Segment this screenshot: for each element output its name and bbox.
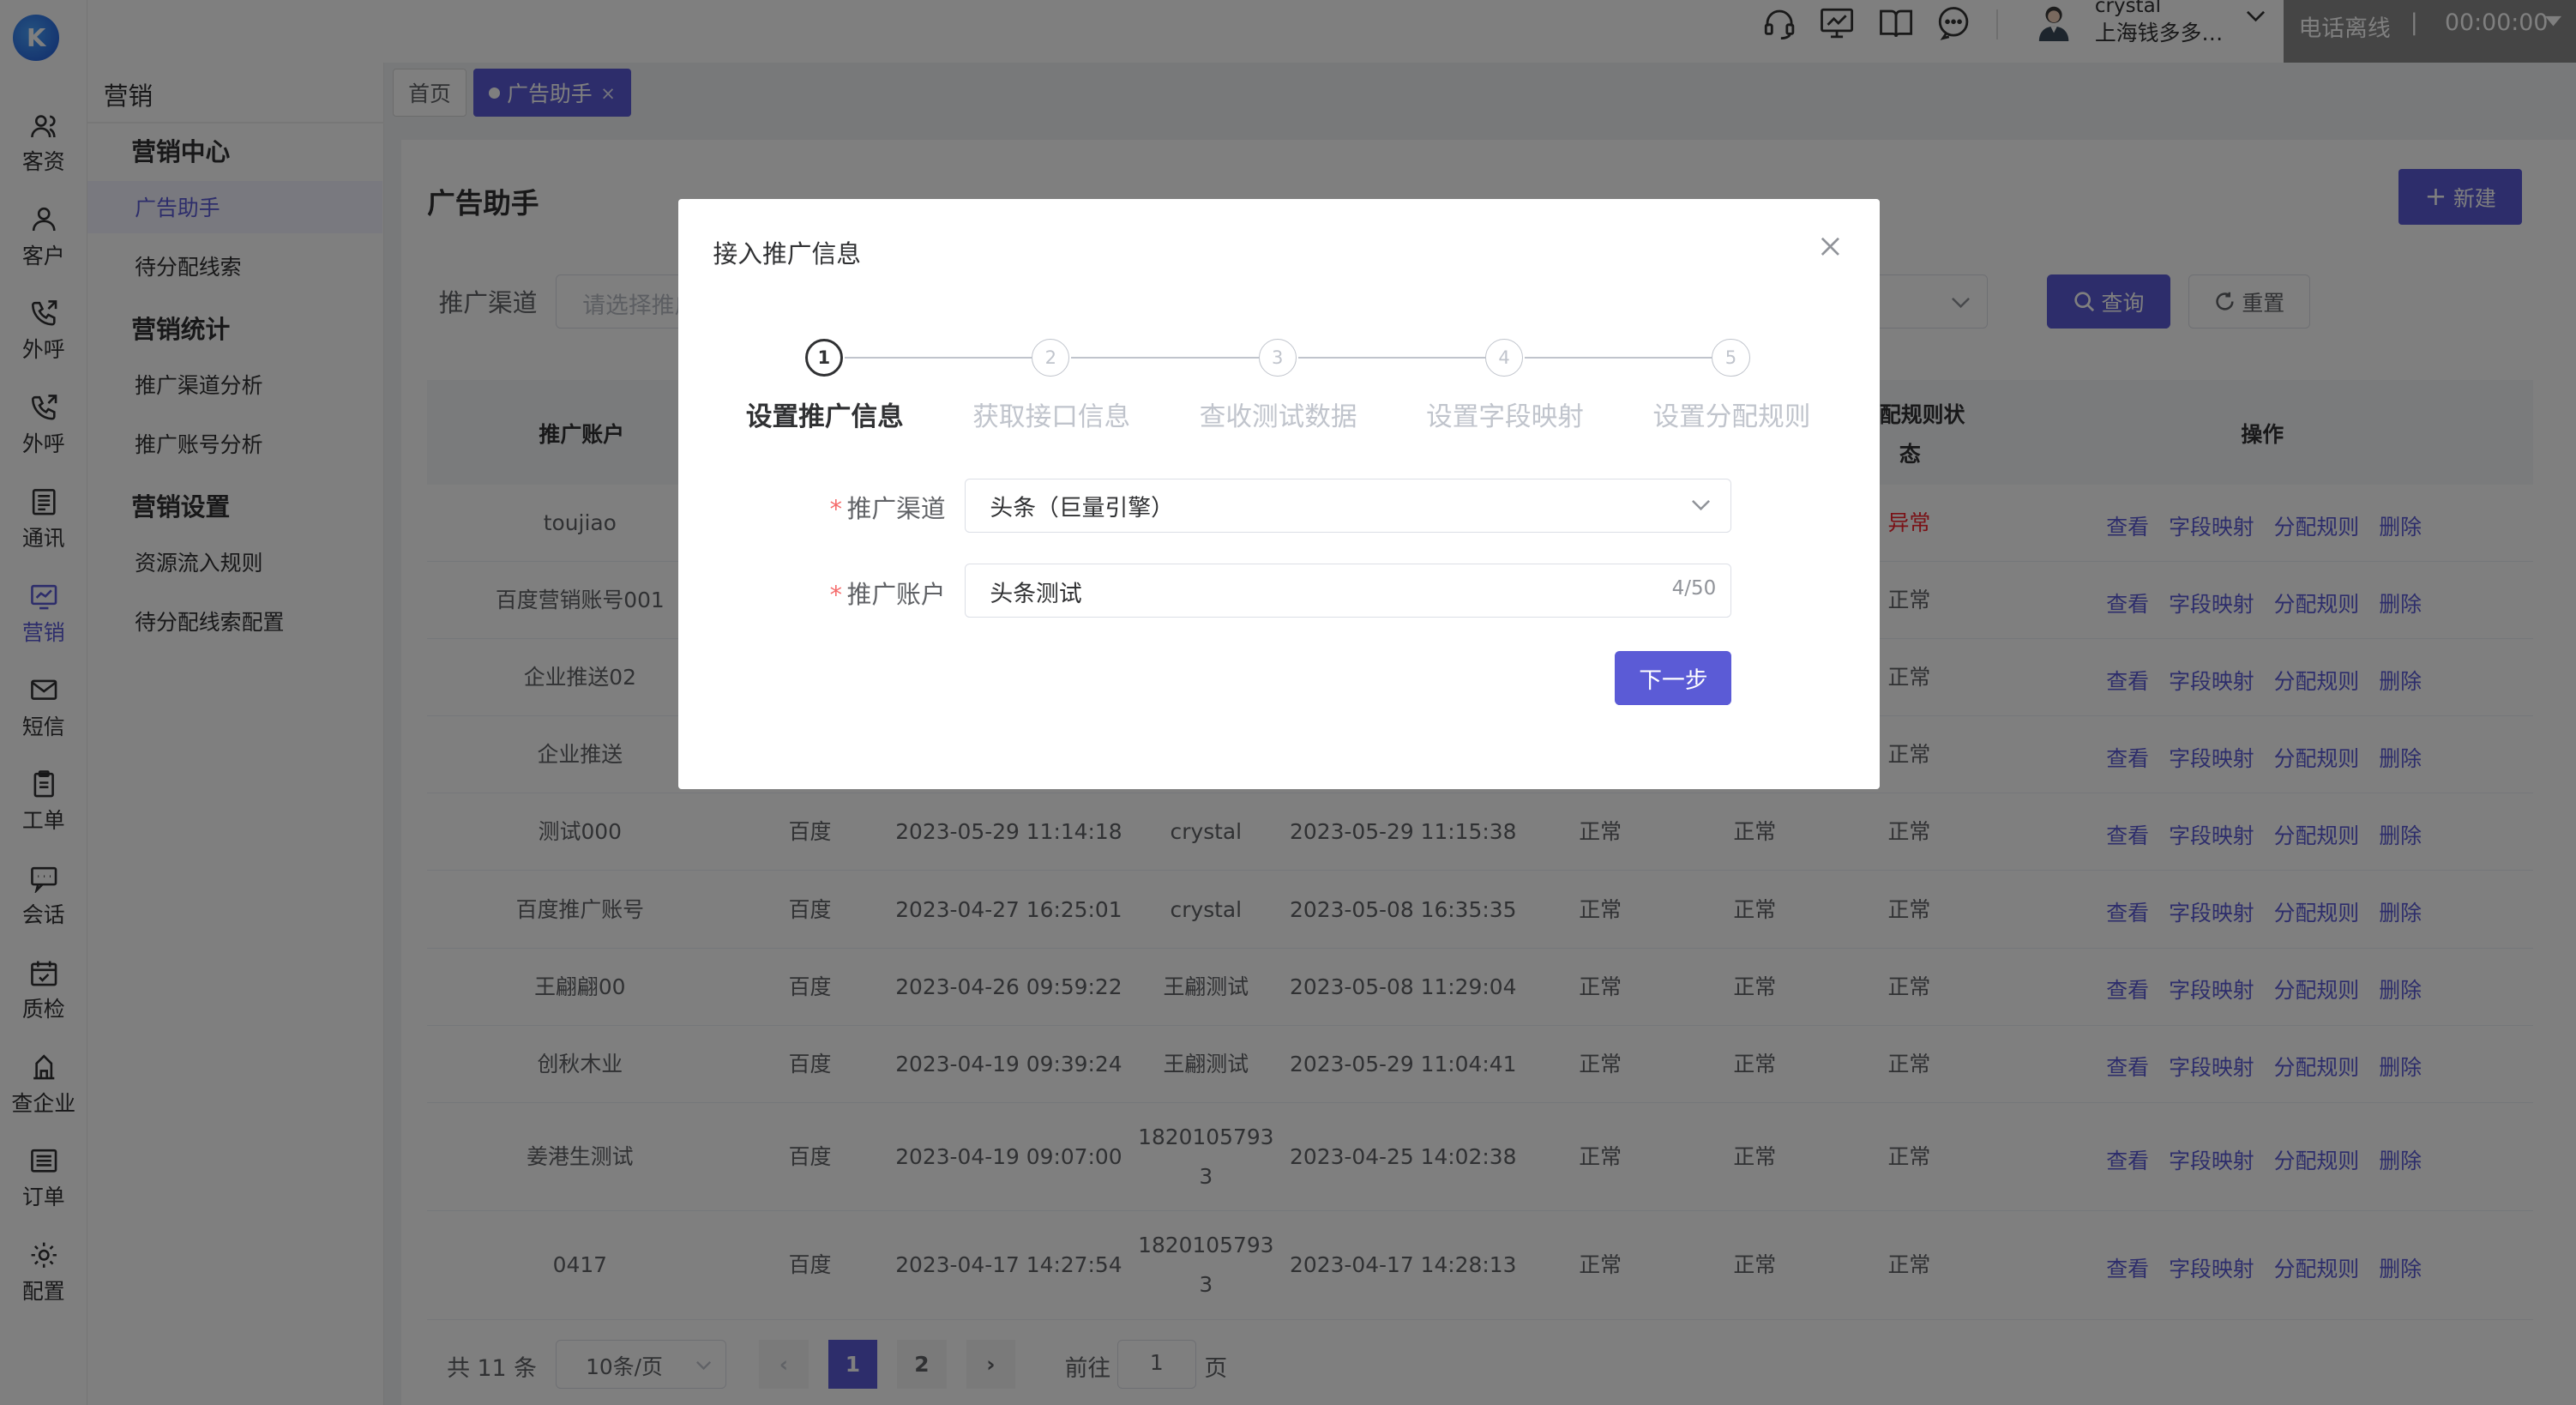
step-2-indicator: 2 (1032, 338, 1070, 377)
step-5-indicator: 5 (1712, 338, 1750, 377)
step-3-indicator: 3 (1258, 338, 1297, 377)
required-mark: * (829, 579, 842, 609)
step-4-indicator: 4 (1485, 338, 1524, 377)
next-step-button[interactable]: 下一步 (1615, 650, 1732, 705)
chevron-down-icon (1692, 499, 1711, 510)
required-mark: * (829, 493, 842, 523)
step-connector (1297, 356, 1486, 359)
close-icon[interactable] (1819, 235, 1842, 258)
account-label: * 推广账户 (830, 576, 946, 611)
channel-label-text: 推广渠道 (846, 493, 946, 523)
account-value: 头条测试 (990, 580, 1082, 607)
channel-select[interactable]: 头条（巨量引擎） (964, 478, 1732, 533)
step-1-label: 设置推广信息 (745, 401, 904, 432)
channel-label: * 推广渠道 (830, 490, 946, 525)
modal-title: 接入推广信息 (713, 238, 861, 268)
step-connector (1071, 356, 1259, 359)
connect-promotion-modal: 接入推广信息 1 设置推广信息 2 获取接口信息 3 查收测试数据 4 设置字段映射 5 设置分配… (678, 198, 1880, 789)
step-2-label: 获取接口信息 (972, 401, 1131, 432)
account-input[interactable]: 头条测试 4/50 (964, 564, 1732, 618)
char-count: 4/50 (1671, 577, 1717, 600)
step-connector (1525, 356, 1712, 359)
step-5-label: 设置分配规则 (1652, 401, 1811, 432)
step-connector (844, 356, 1032, 359)
step-1-indicator: 1 (804, 338, 843, 377)
step-3-label: 查收测试数据 (1199, 401, 1357, 432)
channel-value: 头条（巨量引擎） (990, 495, 1174, 522)
account-label-text: 推广账户 (846, 579, 946, 609)
step-4-label: 设置字段映射 (1426, 401, 1584, 432)
